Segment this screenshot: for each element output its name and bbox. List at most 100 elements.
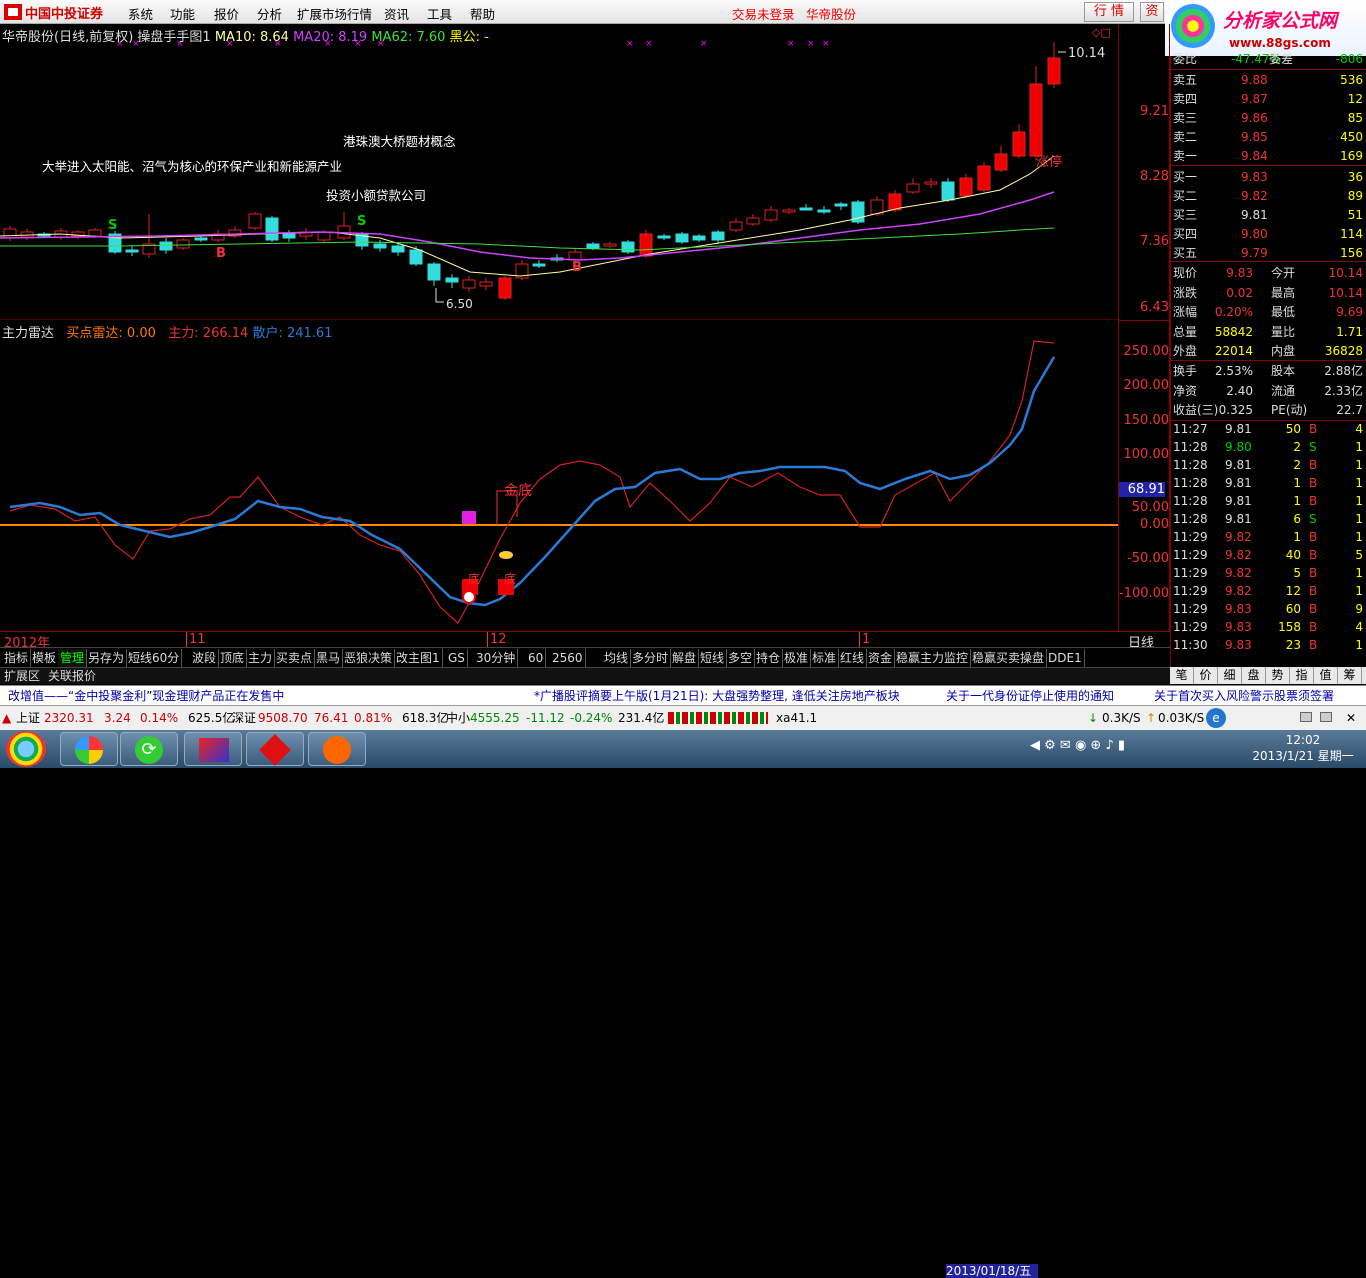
tab-2[interactable]: 管理 [58, 649, 88, 667]
tab-9[interactable]: 黑马 [314, 649, 344, 667]
svg-text:×: × [787, 39, 795, 49]
taskbar-app-5[interactable] [308, 732, 366, 766]
tick-row: 11:28 9.81 2 B 1 [1171, 456, 1366, 475]
tab-7[interactable]: 主力 [246, 649, 276, 667]
tick-price: 9.83 [1225, 602, 1252, 616]
tick-volume: 60 [1285, 602, 1301, 616]
retail-value: 散户: 241.61 [252, 326, 333, 341]
menu-system[interactable]: 系统 [128, 4, 153, 23]
detail-tab-3[interactable]: 盘 [1242, 667, 1266, 684]
tab-19[interactable]: 短线 [698, 649, 728, 667]
tab-extension-area[interactable]: 扩展区 [4, 668, 40, 685]
menu-extended-market[interactable]: 扩展市场行情 [297, 4, 372, 23]
detail-tab-7[interactable]: 筹 [1338, 667, 1362, 684]
tab-23[interactable]: 标准 [810, 649, 840, 667]
tab-26[interactable]: 稳赢主力监控 [894, 649, 972, 667]
taskbar-app-2[interactable]: ⟳ [120, 732, 178, 766]
tab-17[interactable]: 多分时 [630, 649, 672, 667]
tray-icons[interactable]: ◀ ⚙ ✉ ◉ ⊕ ♪ ▮ [1030, 738, 1125, 753]
zx-amount: 231.4亿 [618, 711, 665, 725]
news-item-2[interactable]: *广播股评摘要上午版(1月21日): 大盘强势整理, 逢低关注房地产板块 [534, 686, 900, 705]
stat-row: 总量 58842 量比 1.71 [1171, 323, 1366, 342]
menu-info[interactable]: 资讯 [384, 4, 409, 23]
restore-icon[interactable] [1320, 712, 1332, 722]
tab-16[interactable]: 均线 [602, 649, 632, 667]
news-item-1[interactable]: 改增值——“金中投聚金利”现金理财产品正在发售中 [8, 686, 284, 705]
menu-tools[interactable]: 工具 [427, 4, 452, 23]
tab-13[interactable]: 30分钟 [474, 649, 519, 667]
taskbar-app-1[interactable] [60, 732, 118, 766]
taskbar-app-3[interactable] [184, 732, 242, 766]
tab-27[interactable]: 稳赢买卖操盘 [970, 649, 1048, 667]
tab-18[interactable]: 解盘 [670, 649, 700, 667]
minimize-icon[interactable] [1300, 712, 1312, 722]
annotation-solar: 大举进入太阳能、沼气为核心的环保产业和新能源产业 [42, 159, 343, 174]
menu-analysis[interactable]: 分析 [257, 4, 282, 23]
detail-tab-4[interactable]: 势 [1266, 667, 1290, 684]
trade-login-status[interactable]: 交易未登录 [732, 4, 795, 23]
browser-icon[interactable]: e [1206, 708, 1226, 728]
stat-label-2: 内盘 [1271, 344, 1296, 358]
tab-5[interactable]: 波段 [190, 649, 220, 667]
tab-1[interactable]: 模板 [30, 649, 60, 667]
quote-button[interactable]: 行 情 [1084, 2, 1134, 22]
tick-row: 11:28 9.80 2 S 1 [1171, 438, 1366, 457]
candle-body [834, 203, 848, 207]
tab-4[interactable]: 短线60分 [126, 649, 183, 667]
news-item-3[interactable]: 关于一代身份证停止使用的通知 [946, 686, 1114, 705]
tick-side: B [1309, 602, 1318, 616]
tab-related-quotes[interactable]: 关联报价 [48, 668, 96, 685]
tab-11[interactable]: 改主图1 [394, 649, 443, 667]
bid-price: 9.82 [1241, 189, 1268, 203]
taskbar-app-4[interactable] [246, 732, 304, 766]
tab-0[interactable]: 指标 [2, 649, 32, 667]
tick-time: 11:29 [1173, 584, 1208, 598]
tick-count: 1 [1355, 638, 1363, 652]
detail-tab-1[interactable]: 价 [1194, 667, 1218, 684]
tick-row: 11:29 9.82 1 B 1 [1171, 528, 1366, 547]
trade-button[interactable]: 资 [1140, 2, 1164, 22]
start-button[interactable] [6, 731, 46, 767]
ma10-value: MA10: 8.64 [214, 30, 289, 45]
tick-price: 9.80 [1225, 440, 1252, 454]
time-axis: 2012年 11 12 1 2013/01/18/五 日线 [0, 631, 1170, 1278]
close-icon[interactable]: ✕ [1346, 706, 1356, 730]
tab-6[interactable]: 顶底 [218, 649, 248, 667]
stat-value: 58842 [1214, 324, 1253, 339]
tab-28[interactable]: DDE1 [1046, 649, 1085, 667]
tab-21[interactable]: 持仓 [754, 649, 784, 667]
news-item-4[interactable]: 关于首次买入风险警示股票须签署 [1154, 686, 1334, 705]
system-clock[interactable]: 12:02 2013/1/21 星期一 [1248, 732, 1358, 764]
indicator-title: 主力雷达 买点雷达: 0.00 主力: 266.14 散户: 241.61 [2, 322, 332, 341]
zx-change: -11.12 [526, 711, 565, 725]
menu-function[interactable]: 功能 [170, 4, 195, 23]
down-arrow-icon: ↓ [1088, 711, 1099, 725]
tab-8[interactable]: 买卖点 [274, 649, 316, 667]
menu-help[interactable]: 帮助 [470, 4, 495, 23]
tab-12[interactable]: GS [446, 649, 468, 667]
tab-15[interactable]: 2560 [550, 649, 586, 667]
detail-tab-6[interactable]: 值 [1314, 667, 1338, 684]
tab-3[interactable]: 另存为 [86, 649, 128, 667]
fund-value-2: 2.88亿 [1324, 364, 1363, 378]
menu-quote[interactable]: 报价 [214, 4, 239, 23]
candle-body [194, 237, 208, 241]
detail-tab-2[interactable]: 细 [1218, 667, 1242, 684]
chart-config-icon[interactable]: ◇□ [1092, 26, 1111, 39]
tick-volume: 158 [1278, 620, 1301, 634]
sz-name: 深证 [232, 711, 257, 725]
tab-22[interactable]: 极准 [782, 649, 812, 667]
tab-25[interactable]: 资金 [866, 649, 896, 667]
tab-20[interactable]: 多空 [726, 649, 756, 667]
news-ticker[interactable]: 改增值——“金中投聚金利”现金理财产品正在发售中 *广播股评摘要上午版(1月21… [0, 685, 1366, 705]
upload-arrow-icon: ↑ [1146, 711, 1157, 725]
detail-tab-0[interactable]: 笔 [1170, 667, 1194, 684]
tick-side: S [1309, 512, 1317, 526]
tab-24[interactable]: 红线 [838, 649, 868, 667]
tick-volume: 1 [1293, 494, 1301, 508]
indicator-chart[interactable]: 金底 底 底 [0, 321, 1118, 631]
detail-tab-5[interactable]: 指 [1290, 667, 1314, 684]
tab-10[interactable]: 恶狼决策 [342, 649, 396, 667]
tick-row: 11:29 9.83 60 B 9 [1171, 600, 1366, 619]
tab-14[interactable]: 60 [526, 649, 547, 667]
